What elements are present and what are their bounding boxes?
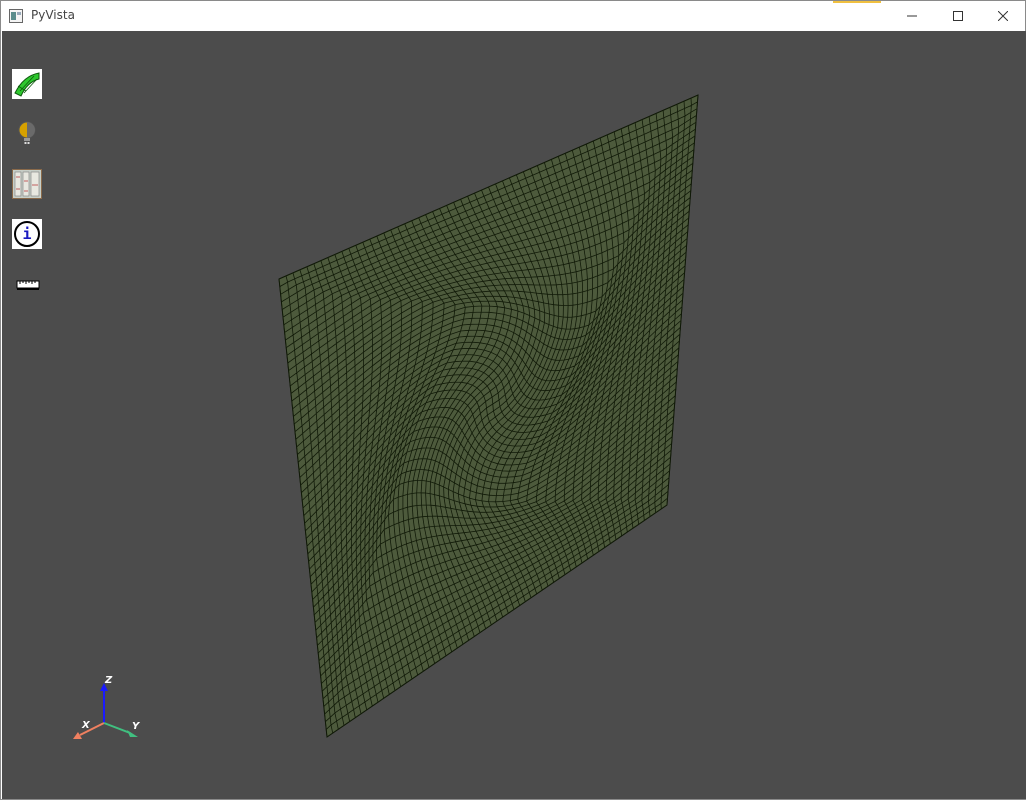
- bookshelf-button[interactable]: [12, 169, 42, 199]
- minimize-icon: [907, 15, 917, 17]
- y-axis: [103, 722, 131, 734]
- info-icon: i: [12, 219, 42, 249]
- title-bar[interactable]: PyVista: [1, 1, 1025, 31]
- info-button[interactable]: i: [12, 219, 42, 249]
- x-axis-label: X: [82, 720, 90, 731]
- z-axis-label: Z: [105, 675, 113, 686]
- bookshelf-icon: [12, 169, 42, 199]
- minimize-button[interactable]: [889, 1, 935, 31]
- close-icon: [998, 11, 1008, 21]
- lightbulb-icon: [18, 121, 36, 144]
- svg-text:i: i: [22, 225, 31, 243]
- close-button[interactable]: [980, 1, 1026, 31]
- mesh-visibility-button[interactable]: [12, 69, 42, 99]
- window-title: PyVista: [31, 8, 75, 22]
- lighting-button[interactable]: [12, 119, 42, 149]
- title-accent: [833, 1, 881, 3]
- ruler-button[interactable]: [12, 269, 42, 299]
- orientation-axes-widget: Z X Y: [64, 675, 154, 755]
- pyvista-window: PyVista i Z X Y: [0, 0, 1026, 800]
- scene-canvas[interactable]: [2, 31, 1026, 799]
- render-viewport[interactable]: i Z X Y: [2, 31, 1026, 799]
- maximize-button[interactable]: [935, 1, 981, 31]
- y-axis-label: Y: [132, 721, 140, 732]
- ruler-icon: [16, 280, 40, 290]
- maximize-icon: [953, 11, 963, 21]
- app-icon: [9, 9, 23, 23]
- green-mesh-icon: [12, 69, 42, 99]
